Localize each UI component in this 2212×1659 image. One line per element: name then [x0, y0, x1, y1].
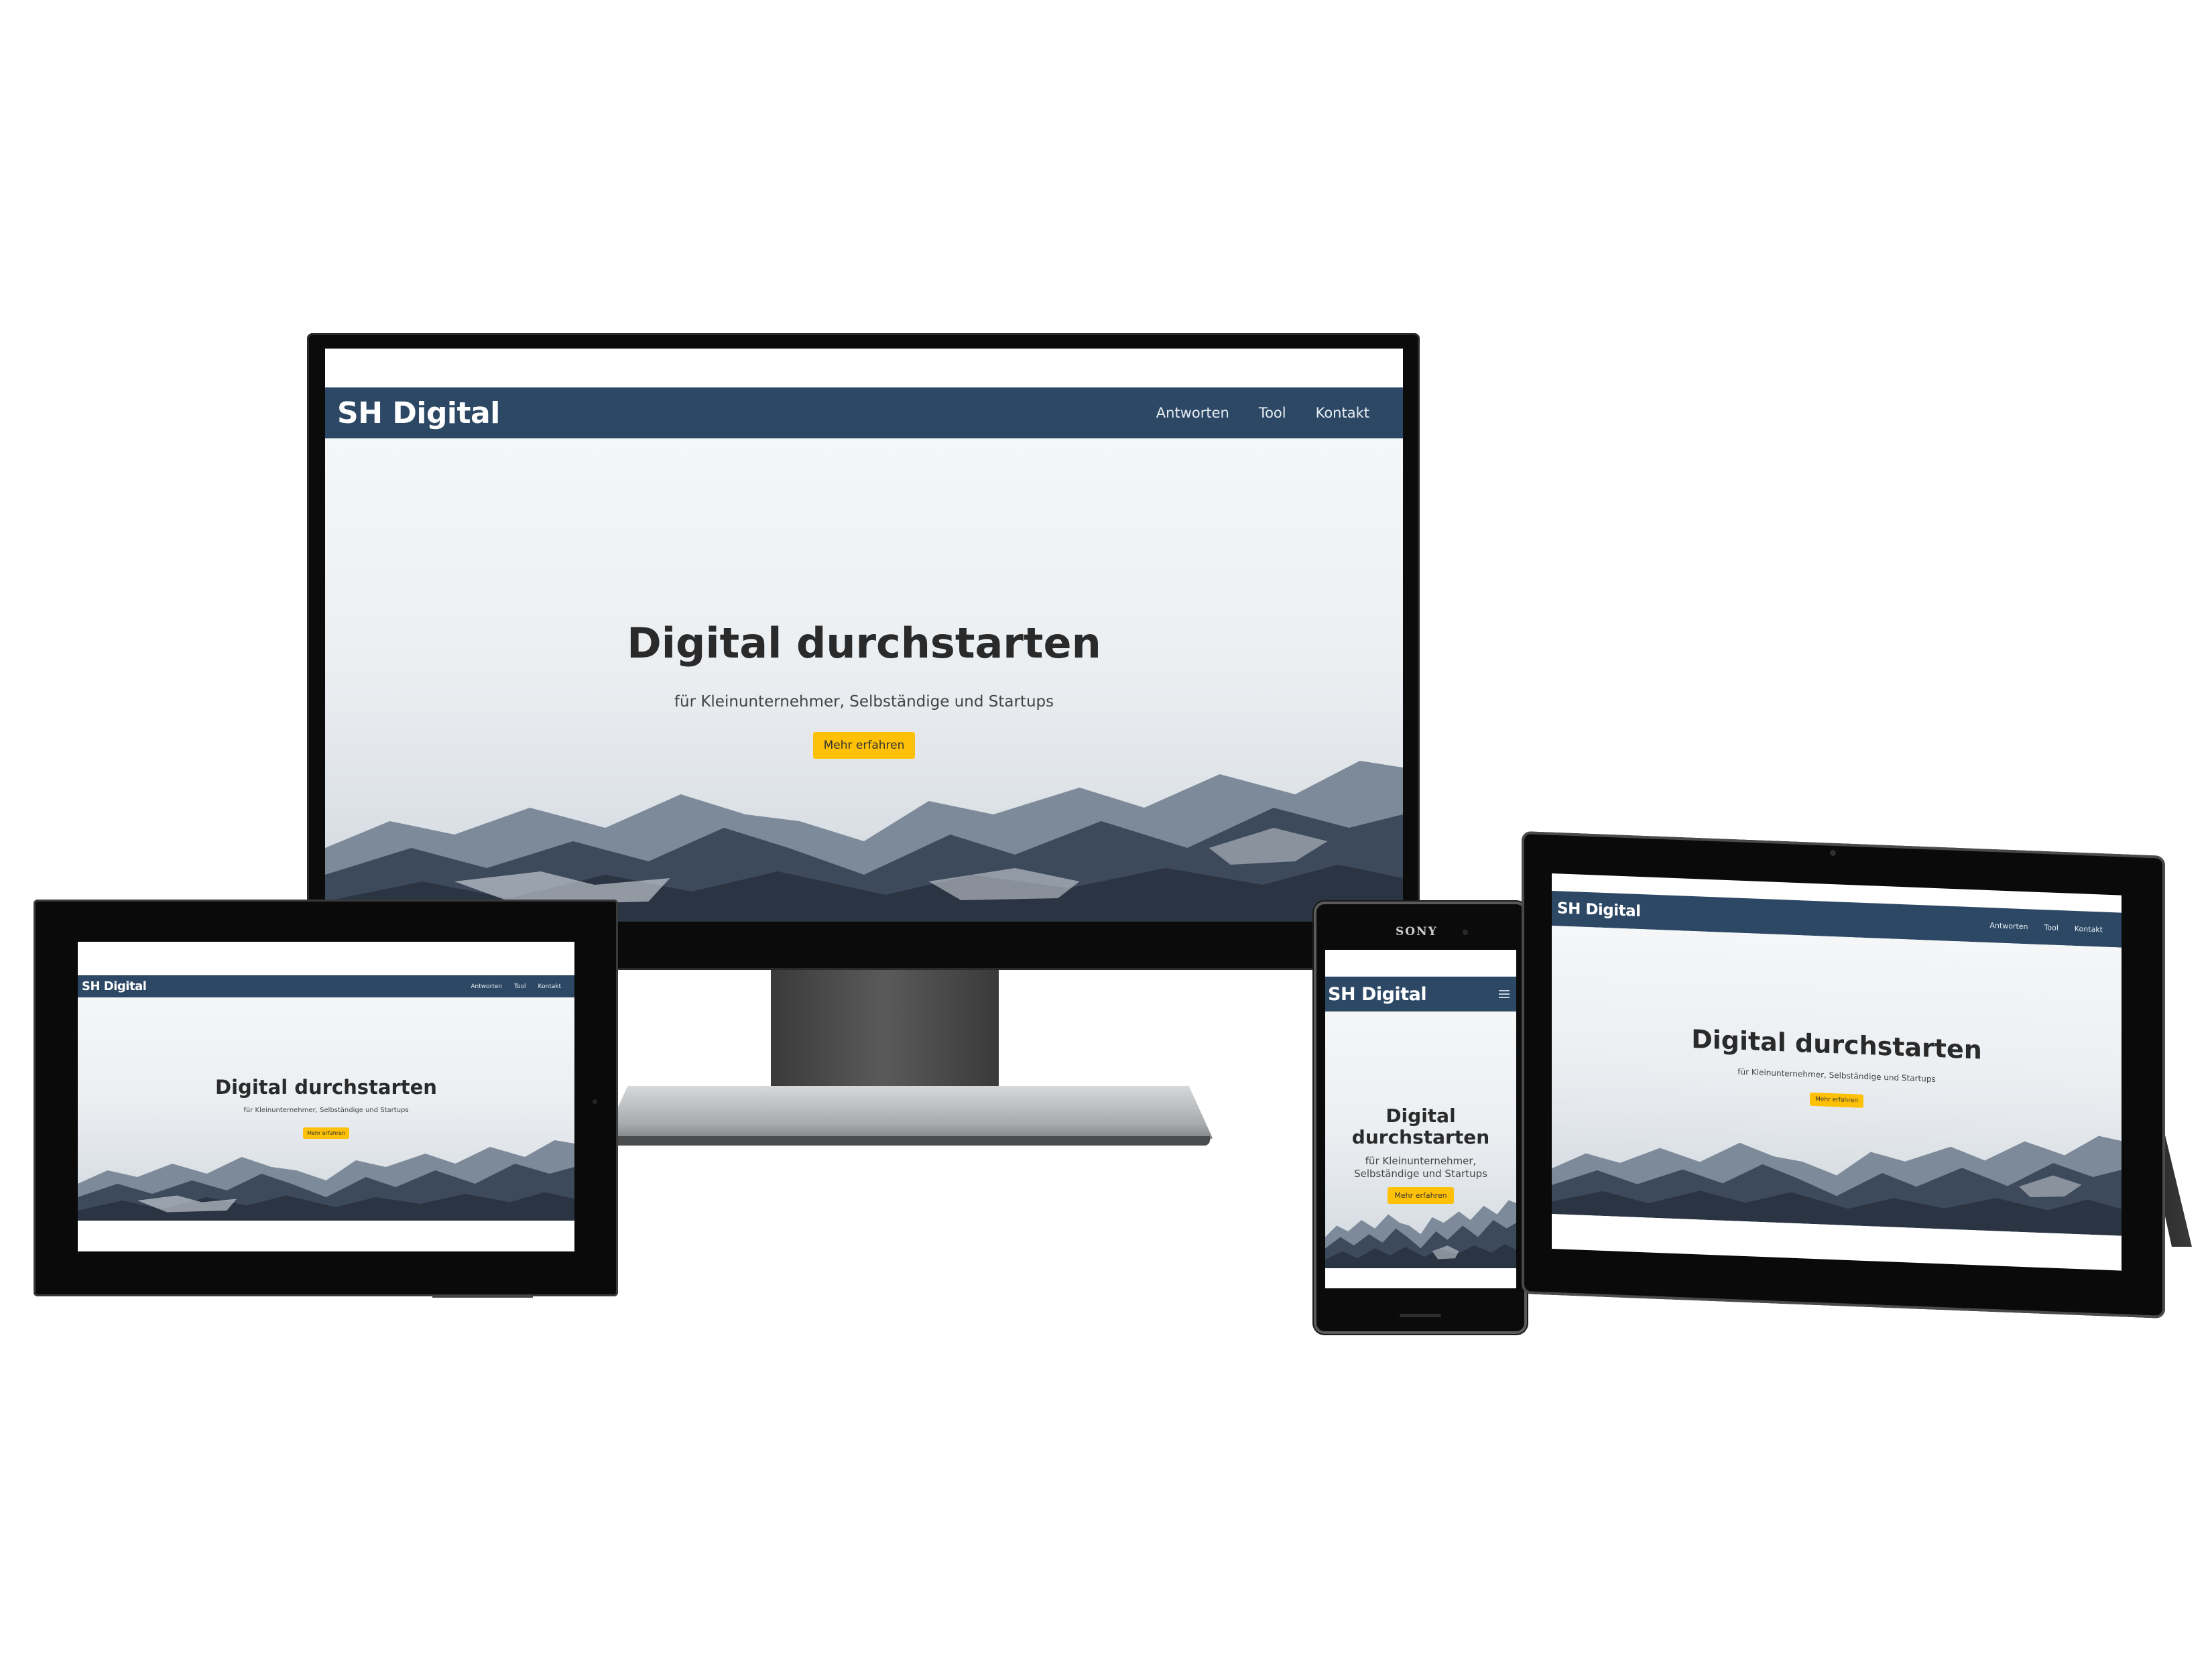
site-logo[interactable]: SH Digital	[82, 979, 147, 993]
nav-link-kontakt[interactable]: Kontakt	[1316, 405, 1369, 421]
hero-title: Digital durchstarten	[215, 1076, 437, 1099]
monitor-stand-base	[603, 1086, 1213, 1140]
mountain-landscape-image	[1325, 1200, 1516, 1268]
hero-section: Digital durchstarten für Kleinunternehme…	[1325, 1011, 1516, 1268]
hero-section: Digital durchstarten für Kleinunternehme…	[1552, 926, 2122, 1236]
left-tablet-buttons	[432, 1295, 533, 1298]
site-logo[interactable]: SH Digital	[1557, 900, 1641, 920]
mountain-landscape-image	[78, 1140, 574, 1221]
site-navbar: SH Digital Antworten Tool Kontakt	[325, 387, 1403, 438]
nav-link-tool[interactable]: Tool	[514, 983, 526, 990]
hero-subtitle-line-2: Selbständige und Startups	[1354, 1168, 1487, 1180]
hamburger-menu-icon[interactable]	[1499, 988, 1510, 1000]
monitor-screen: SH Digital Antworten Tool Kontakt Digita…	[325, 349, 1403, 922]
nav-link-tool[interactable]: Tool	[2044, 923, 2059, 932]
nav-menu: Antworten Tool Kontakt	[1973, 920, 2103, 934]
site-logo[interactable]: SH Digital	[1328, 984, 1427, 1005]
hero-section: Digital durchstarten für Kleinunternehme…	[78, 997, 574, 1221]
nav-menu: Antworten Tool Kontakt	[458, 983, 561, 990]
nav-link-tool[interactable]: Tool	[1259, 405, 1286, 421]
hero-title: Digital durchstarten	[627, 619, 1101, 668]
phone-screen: SH Digital Digital durchstarten für Klei…	[1325, 950, 1516, 1288]
hero-subtitle: für Kleinunternehmer, Selbständige und S…	[243, 1107, 409, 1115]
monitor-stand-neck	[771, 965, 999, 1099]
nav-menu: Antworten Tool Kontakt	[1127, 405, 1369, 421]
phone-speaker	[1400, 1314, 1441, 1317]
site-navbar: SH Digital Antworten Tool Kontakt	[78, 975, 574, 997]
mountain-landscape-image	[325, 761, 1403, 922]
nav-link-antworten[interactable]: Antworten	[471, 983, 502, 990]
hero-title-line-1: Digital	[1386, 1105, 1456, 1127]
cta-button[interactable]: Mehr erfahren	[812, 732, 916, 759]
phone-camera	[1463, 930, 1468, 935]
nav-link-kontakt[interactable]: Kontakt	[2075, 924, 2103, 934]
nav-link-kontakt[interactable]: Kontakt	[538, 983, 561, 990]
monitor-stand-base-edge	[607, 1136, 1210, 1146]
mountain-landscape-image	[1552, 1135, 2122, 1236]
hero-title-line-2: durchstarten	[1351, 1126, 1490, 1149]
left-tablet-screen: SH Digital Antworten Tool Kontakt Digita…	[78, 942, 574, 1251]
hero-subtitle: für Kleinunternehmer, Selbständige und S…	[674, 693, 1054, 711]
site-logo[interactable]: SH Digital	[337, 396, 500, 430]
surface-camera	[1830, 850, 1836, 856]
cta-button[interactable]: Mehr erfahren	[1810, 1092, 1863, 1108]
cta-button[interactable]: Mehr erfahren	[1388, 1186, 1454, 1204]
nav-link-antworten[interactable]: Antworten	[1156, 405, 1229, 421]
windows-logo-icon	[1795, 1229, 1812, 1247]
cta-button[interactable]: Mehr erfahren	[303, 1127, 349, 1139]
hero-section: Digital durchstarten für Kleinunternehme…	[325, 438, 1403, 922]
phone-brand: SONY	[1396, 925, 1438, 938]
site-navbar: SH Digital	[1325, 977, 1516, 1011]
left-tablet-sensor	[593, 1099, 597, 1104]
nav-link-antworten[interactable]: Antworten	[1989, 921, 2028, 931]
surface-tablet-screen: SH Digital Antworten Tool Kontakt Digita…	[1552, 873, 2122, 1271]
hero-subtitle-line-1: für Kleinunternehmer,	[1365, 1155, 1477, 1168]
